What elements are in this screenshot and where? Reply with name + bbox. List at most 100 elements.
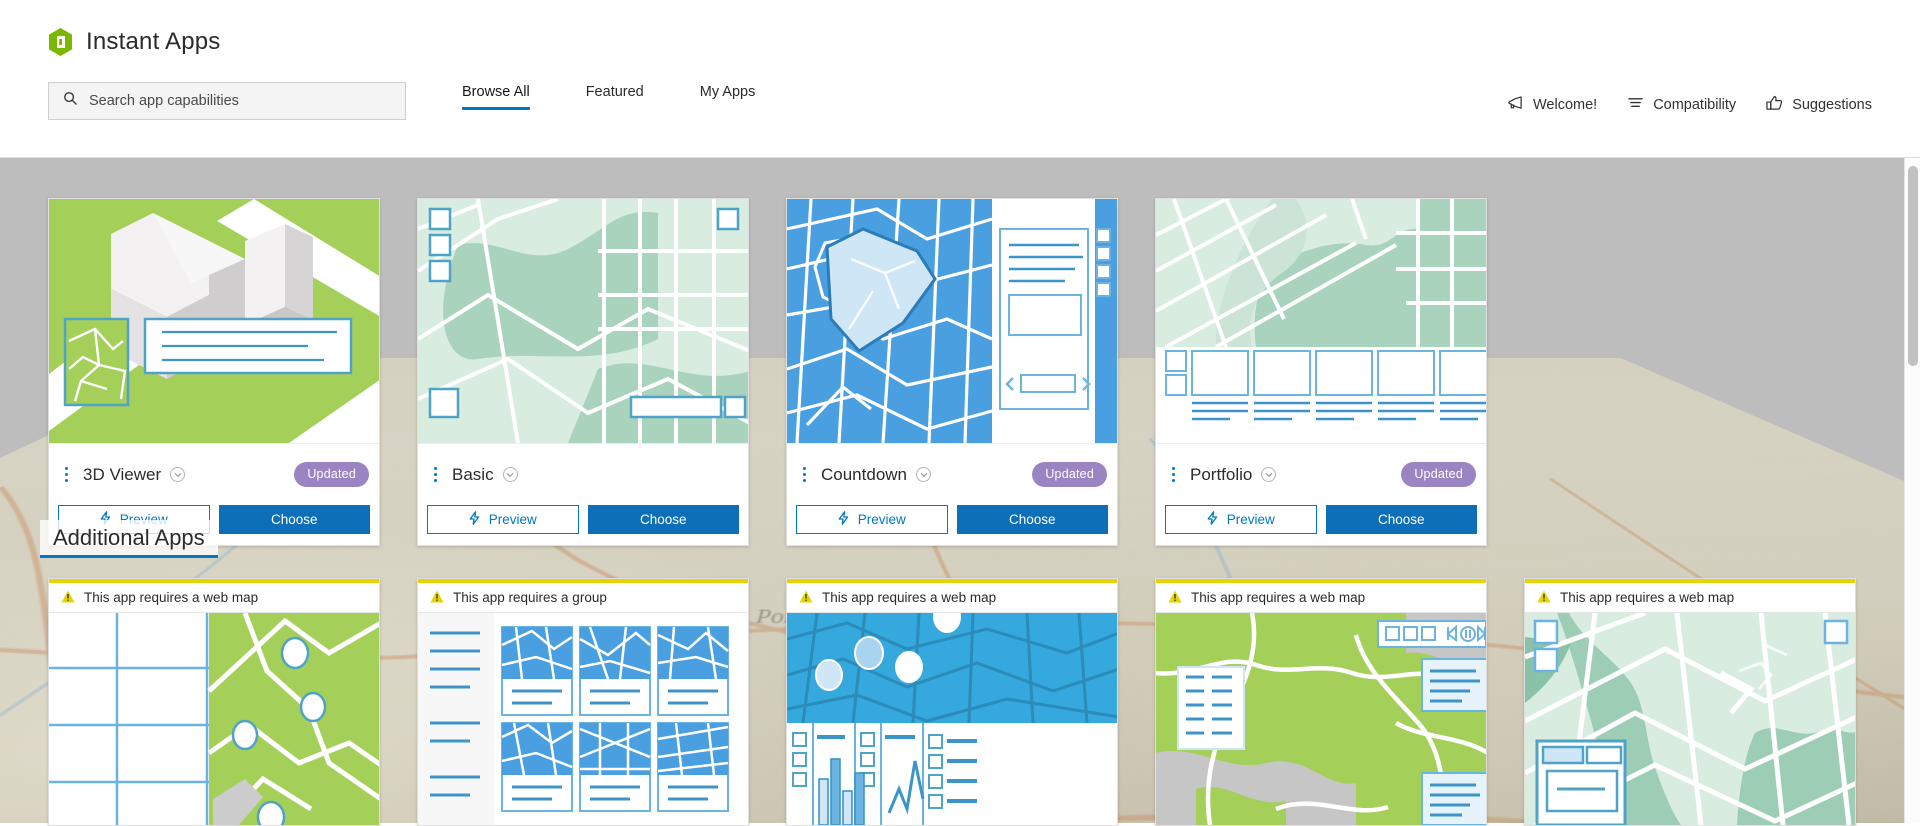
- app-gallery: 3D Viewer Updated Preview Choose: [0, 158, 1920, 826]
- choose-button[interactable]: Choose: [587, 505, 739, 534]
- list-lines-icon: [1627, 96, 1644, 115]
- preview-button[interactable]: Preview: [796, 505, 948, 534]
- header-links: Welcome! Compatibility Suggestions: [1507, 95, 1872, 115]
- header-link-label: Welcome!: [1532, 97, 1598, 113]
- header-link-welcome[interactable]: Welcome!: [1507, 95, 1598, 115]
- section-title: Additional Apps: [53, 525, 205, 550]
- card-title: 3D Viewer: [83, 464, 162, 484]
- warning-triangle-icon: [1537, 590, 1551, 606]
- additional-app-card-1[interactable]: This app requires a web map: [48, 578, 380, 826]
- preview-button[interactable]: Preview: [427, 505, 579, 534]
- countdown-map-panel-thumbnail: [787, 199, 1117, 443]
- instant-apps-logo-icon: [48, 28, 73, 56]
- header-link-label: Compatibility: [1653, 97, 1737, 113]
- 3d-buildings-thumbnail: [49, 199, 379, 443]
- tab-browse-all[interactable]: Browse All: [462, 84, 530, 110]
- chevron-down-circle-icon[interactable]: [170, 467, 186, 482]
- card-meta: Portfolio Updated: [1156, 443, 1486, 505]
- warning-text: This app requires a web map: [1191, 590, 1366, 605]
- category-gallery-thumbnail: [418, 613, 748, 825]
- additional-app-card-5[interactable]: This app requires a web map: [1524, 578, 1856, 826]
- attachment-viewer-thumbnail: [49, 613, 379, 825]
- chevron-down-circle-icon[interactable]: [502, 467, 518, 482]
- warning-triangle-icon: [61, 590, 75, 606]
- card-title: Basic: [452, 464, 494, 484]
- card-actions: Preview Choose: [418, 505, 748, 545]
- additional-app-card-2[interactable]: This app requires a group: [417, 578, 749, 826]
- chevron-down-circle-icon[interactable]: [1261, 467, 1277, 482]
- search-input[interactable]: [89, 93, 391, 109]
- app-card-basic[interactable]: Basic Preview Choose: [417, 198, 749, 546]
- warning-text: This app requires a web map: [1560, 590, 1735, 605]
- kebab-menu-icon[interactable]: [795, 467, 813, 482]
- tab-label: Featured: [585, 84, 644, 100]
- status-badge: Updated: [1032, 462, 1107, 487]
- additional-app-card-3[interactable]: This app requires a web map: [786, 578, 1118, 826]
- choose-label: Choose: [639, 512, 687, 527]
- tab-label: Browse All: [462, 84, 530, 100]
- preview-label: Preview: [857, 512, 906, 527]
- additional-app-card-4[interactable]: This app requires a web map: [1155, 578, 1487, 826]
- vertical-scrollbar[interactable]: [1904, 158, 1920, 823]
- tab-bar: Browse All Featured My Apps: [462, 84, 755, 110]
- card-title: Countdown: [821, 464, 908, 484]
- kebab-menu-icon[interactable]: [1164, 467, 1182, 482]
- choose-button[interactable]: Choose: [1325, 505, 1477, 534]
- additional-apps-heading: Additional Apps: [40, 520, 218, 558]
- warning-banner: This app requires a web map: [49, 583, 379, 613]
- card-actions: Preview Choose: [787, 505, 1117, 545]
- kebab-menu-icon[interactable]: [57, 467, 75, 482]
- warning-text: This app requires a group: [453, 590, 607, 605]
- status-badge: Updated: [1401, 462, 1476, 487]
- megaphone-icon: [1507, 95, 1524, 115]
- search-box[interactable]: [48, 82, 406, 120]
- header-link-suggestions[interactable]: Suggestions: [1766, 95, 1872, 115]
- featured-card-row: 3D Viewer Updated Preview Choose: [48, 198, 1487, 546]
- tab-featured[interactable]: Featured: [586, 84, 644, 110]
- interactive-legend-thumbnail: [1525, 613, 1855, 825]
- thumbs-up-icon: [1766, 95, 1783, 115]
- page-title: Instant Apps: [86, 28, 221, 55]
- warning-banner: This app requires a web map: [1525, 583, 1855, 613]
- choose-button[interactable]: Choose: [218, 505, 370, 534]
- choose-button[interactable]: Choose: [956, 505, 1108, 534]
- basic-map-thumbnail: [418, 199, 748, 443]
- tab-my-apps[interactable]: My Apps: [700, 84, 756, 110]
- lightning-bolt-icon: [838, 511, 849, 528]
- warning-text: This app requires a web map: [822, 590, 997, 605]
- app-card-portfolio[interactable]: Portfolio Updated Preview Choose: [1155, 198, 1487, 546]
- preview-button[interactable]: Preview: [1165, 505, 1317, 534]
- scrollbar-thumb[interactable]: [1908, 166, 1918, 366]
- warning-banner: This app requires a web map: [787, 583, 1117, 613]
- warning-banner: This app requires a group: [418, 583, 748, 613]
- lightning-bolt-icon: [1207, 511, 1218, 528]
- search-icon: [63, 91, 78, 111]
- lightning-bolt-icon: [469, 511, 480, 528]
- brand: Instant Apps: [48, 28, 221, 56]
- preview-label: Preview: [488, 512, 537, 527]
- status-badge: Updated: [294, 462, 369, 487]
- charts-dashboard-thumbnail: [787, 613, 1117, 825]
- app-card-3d-viewer[interactable]: 3D Viewer Updated Preview Choose: [48, 198, 380, 546]
- choose-label: Choose: [270, 512, 318, 527]
- chevron-down-circle-icon[interactable]: [916, 467, 932, 482]
- kebab-menu-icon[interactable]: [426, 467, 444, 482]
- card-meta: 3D Viewer Updated: [49, 443, 379, 505]
- choose-label: Choose: [1008, 512, 1056, 527]
- header-link-compatibility[interactable]: Compatibility: [1627, 96, 1736, 115]
- warning-triangle-icon: [799, 590, 813, 606]
- preview-label: Preview: [1226, 512, 1275, 527]
- card-title: Portfolio: [1190, 464, 1253, 484]
- warning-banner: This app requires a web map: [1156, 583, 1486, 613]
- media-player-thumbnail: [1156, 613, 1486, 825]
- additional-card-row: This app requires a web map This app req…: [48, 578, 1856, 826]
- card-actions: Preview Choose: [1156, 505, 1486, 545]
- card-meta: Basic: [418, 443, 748, 505]
- choose-label: Choose: [1377, 512, 1425, 527]
- tab-label: My Apps: [699, 84, 756, 100]
- warning-triangle-icon: [1168, 590, 1182, 606]
- header-link-label: Suggestions: [1792, 97, 1872, 113]
- warning-text: This app requires a web map: [84, 590, 259, 605]
- app-card-countdown[interactable]: Countdown Updated Preview Choose: [786, 198, 1118, 546]
- app-header: Instant Apps Browse All Featured My Apps…: [0, 0, 1920, 158]
